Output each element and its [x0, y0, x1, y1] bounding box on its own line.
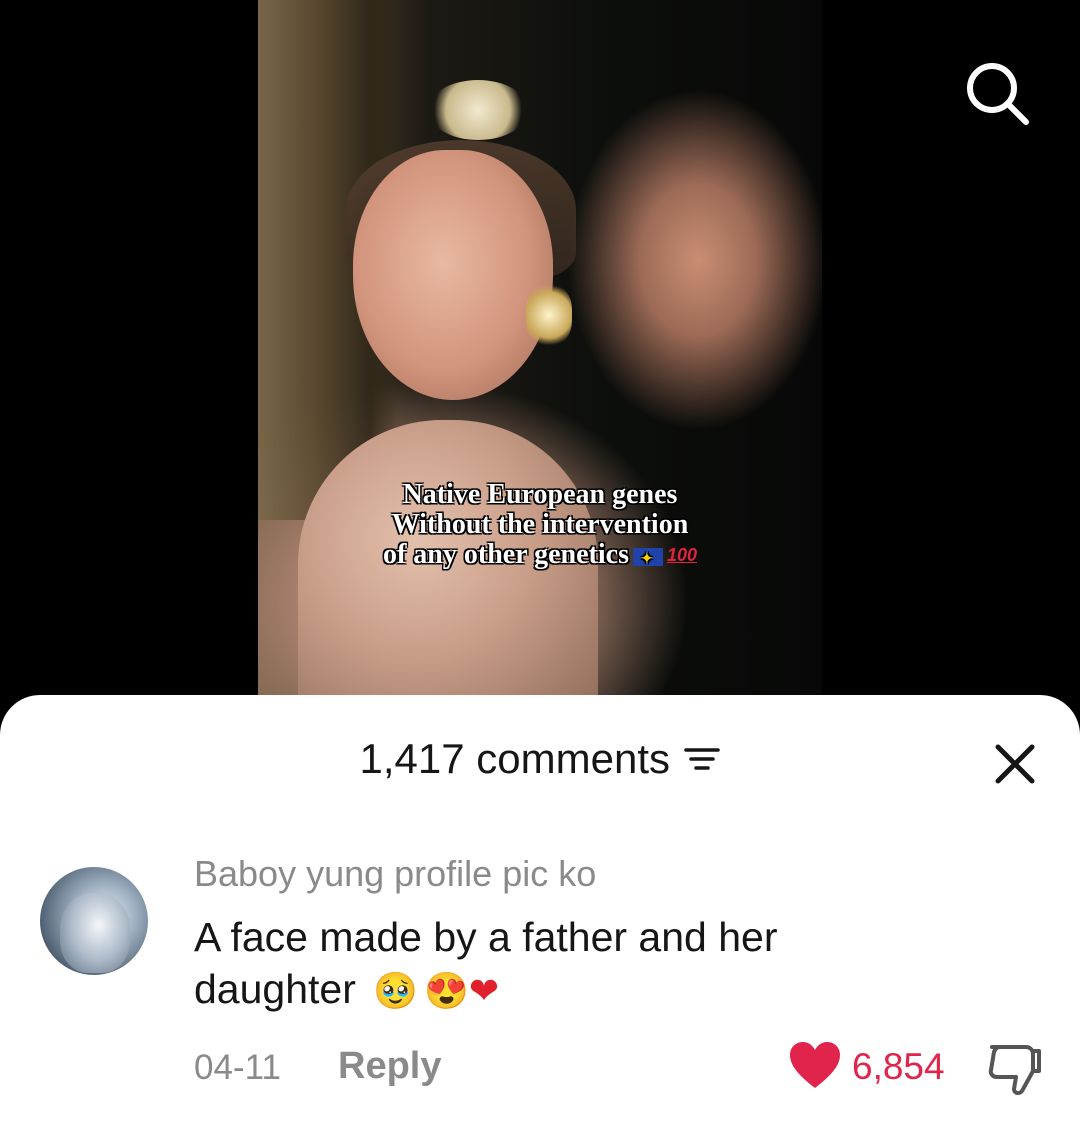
comments-header: 1,417 comments: [0, 735, 1080, 791]
caption-line-1: Native European genes: [402, 479, 678, 510]
tiara: [428, 80, 528, 140]
earring: [526, 285, 572, 345]
close-icon: [995, 744, 1035, 784]
video-caption: Native European genes Without the interv…: [258, 479, 822, 575]
eu-flag-icon: [632, 545, 663, 575]
caption-line-2: Without the intervention: [391, 509, 689, 540]
sort-filter-icon[interactable]: [684, 744, 721, 774]
thumbs-down-icon: [988, 1045, 1041, 1096]
comment-text: A face made by a father and her daughter…: [194, 911, 994, 1017]
avatar[interactable]: [40, 867, 148, 975]
crying-face-icon: 🥹: [373, 970, 419, 1011]
hundred-badge-icon: 100: [666, 545, 698, 565]
comments-sheet: 1,417 comments Baboy yung profile pic ko…: [0, 695, 1080, 1135]
search-icon: [967, 63, 1029, 125]
avatar-figure: [60, 893, 130, 973]
like-count: 6,854: [852, 1046, 945, 1087]
video-player[interactable]: Native European genes Without the interv…: [0, 0, 1080, 720]
caption-line-3-text: of any other genetics: [382, 539, 629, 570]
comments-count: 1,417 comments: [359, 735, 671, 782]
reply-button[interactable]: Reply: [338, 1045, 441, 1088]
red-heart-icon: ❤: [468, 970, 500, 1011]
figure-shoulder: [298, 420, 598, 720]
heart-eyes-icon: 😍: [424, 970, 469, 1011]
dislike-button[interactable]: [986, 1041, 1044, 1097]
comment-item: Baboy yung profile pic ko A face made by…: [0, 853, 1080, 1133]
close-button[interactable]: [990, 739, 1040, 789]
comment-username[interactable]: Baboy yung profile pic ko: [194, 853, 596, 895]
heart-icon: [790, 1042, 840, 1088]
figure-head: [353, 150, 553, 400]
video-frame: Native European genes Without the interv…: [258, 0, 822, 720]
comment-date: 04-11: [194, 1048, 281, 1087]
comment-text-line-2: daughter: [194, 966, 356, 1012]
caption-line-3: of any other genetics 100: [258, 539, 822, 575]
like-button[interactable]: [788, 1041, 842, 1091]
search-button[interactable]: [962, 58, 1032, 128]
comment-text-line-1: A face made by a father and her: [194, 914, 778, 960]
